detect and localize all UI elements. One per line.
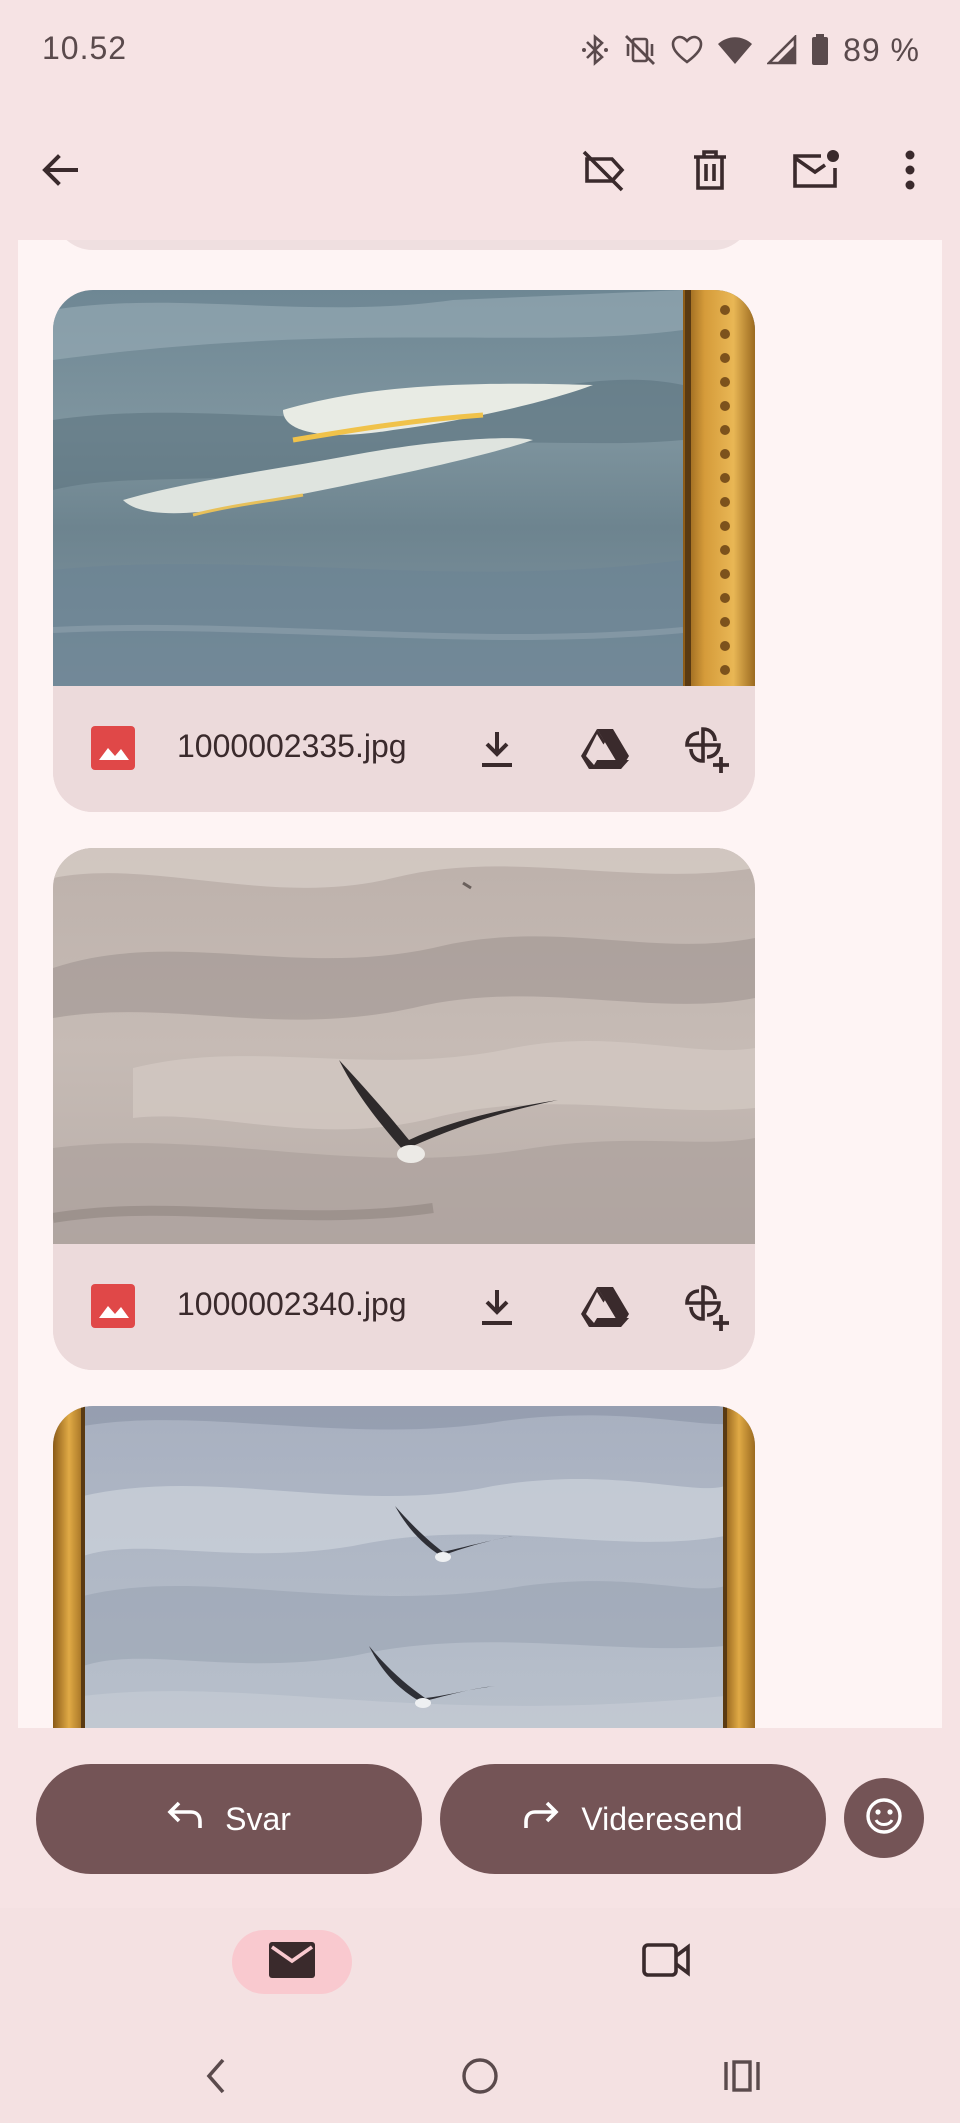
- image-file-icon: [91, 1284, 135, 1328]
- download-icon[interactable]: [461, 713, 533, 785]
- system-home-button[interactable]: [440, 2038, 520, 2118]
- system-recents-button[interactable]: [702, 2038, 782, 2118]
- forward-icon: [523, 1800, 559, 1838]
- reply-button[interactable]: Svar: [36, 1764, 422, 1874]
- download-icon[interactable]: [461, 1271, 533, 1343]
- home-circle-icon: [460, 2056, 500, 2101]
- attachment-card[interactable]: 1000002335.jpg: [53, 290, 755, 812]
- back-chevron-icon: [201, 2056, 231, 2101]
- drive-icon[interactable]: [569, 713, 641, 785]
- emoji-reaction-button[interactable]: [844, 1778, 924, 1858]
- add-to-photos-icon[interactable]: [671, 713, 743, 785]
- attachment-preview-image[interactable]: [53, 1406, 755, 1728]
- mail-icon: [269, 1941, 315, 1983]
- signal-icon: [767, 35, 797, 65]
- reply-icon: [167, 1800, 203, 1838]
- nav-mail-tab[interactable]: [232, 1930, 352, 1994]
- attachment-preview-image[interactable]: [53, 290, 755, 686]
- forward-label: Videresend: [581, 1800, 743, 1837]
- system-back-button[interactable]: [176, 2038, 256, 2118]
- attachment-card[interactable]: [53, 1406, 755, 1728]
- status-bar: 10.52 89 %: [0, 0, 960, 100]
- attachment-bar: 1000002335.jpg: [53, 686, 755, 812]
- nav-meet-tab[interactable]: [606, 1930, 726, 1994]
- status-time: 10.52: [42, 30, 128, 66]
- message-body[interactable]: 1000002335.jpg 1000002340.jpg: [18, 240, 942, 1728]
- status-icons: 89 %: [581, 28, 920, 72]
- attachment-filename[interactable]: 1000002335.jpg: [177, 728, 407, 765]
- label-off-icon[interactable]: [564, 130, 644, 210]
- back-arrow-icon[interactable]: [20, 130, 100, 210]
- add-to-photos-icon[interactable]: [671, 1271, 743, 1343]
- top-app-bar: [0, 100, 960, 240]
- meet-video-icon: [642, 1942, 690, 1983]
- attachment-filename[interactable]: 1000002340.jpg: [177, 1286, 407, 1323]
- image-file-icon: [91, 726, 135, 770]
- vibrate-off-icon: [623, 33, 657, 67]
- reply-label: Svar: [225, 1800, 291, 1837]
- forward-button[interactable]: Videresend: [440, 1764, 826, 1874]
- attachment-card[interactable]: 1000002340.jpg: [53, 848, 755, 1370]
- heart-icon: [671, 35, 703, 65]
- emoji-icon: [864, 1796, 904, 1841]
- battery-percent: 89 %: [843, 31, 920, 68]
- bluetooth-icon: [581, 33, 609, 67]
- mark-unread-icon[interactable]: [776, 130, 856, 210]
- bottom-navigation: [0, 1908, 960, 2123]
- more-vert-icon[interactable]: [870, 130, 950, 210]
- attachment-bar: 1000002340.jpg: [53, 1244, 755, 1370]
- drive-icon[interactable]: [569, 1271, 641, 1343]
- wifi-icon: [717, 35, 753, 65]
- attachment-preview-image[interactable]: [53, 848, 755, 1244]
- previous-attachment-card[interactable]: [53, 240, 753, 250]
- battery-icon: [811, 34, 829, 66]
- reply-actions-bar: Svar Videresend: [0, 1728, 960, 1908]
- trash-icon[interactable]: [670, 130, 750, 210]
- recents-icon: [722, 2058, 762, 2099]
